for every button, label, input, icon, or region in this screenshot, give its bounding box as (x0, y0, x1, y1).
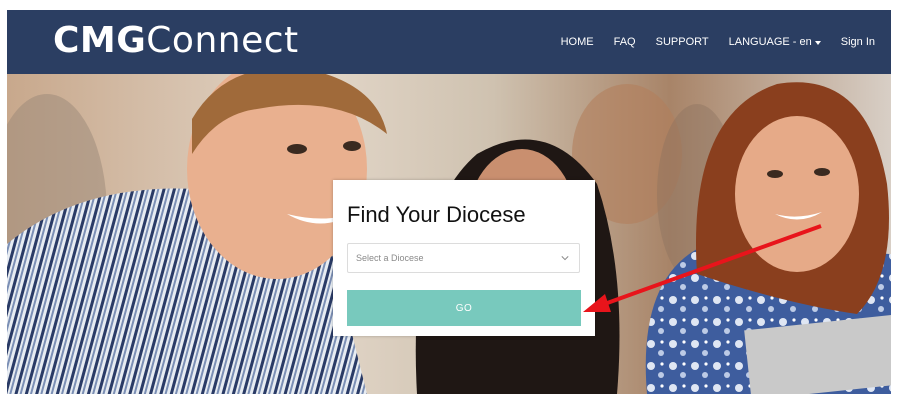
caret-down-icon (814, 40, 821, 45)
nav-language-dropdown[interactable]: LANGUAGE - en (729, 36, 821, 48)
find-diocese-title: Find Your Diocese (347, 202, 526, 227)
nav-signin-link[interactable]: Sign In (841, 36, 875, 48)
nav-faq-link[interactable]: FAQ (614, 36, 636, 48)
logo-bold-text: CMG (53, 20, 147, 61)
nav-links: HOME FAQ SUPPORT LANGUAGE - en Sign In (561, 10, 875, 74)
chevron-down-icon (561, 256, 569, 261)
logo-light-text: Connect (146, 20, 299, 61)
diocese-select-placeholder: Select a Diocese (356, 253, 424, 263)
language-label: LANGUAGE - en (728, 36, 812, 48)
nav-home-link[interactable]: HOME (561, 36, 594, 48)
go-button[interactable]: GO (347, 290, 581, 326)
page-frame: CMGConnect HOME FAQ SUPPORT LANGUAGE - e… (7, 10, 891, 394)
find-diocese-card: Find Your Diocese Select a Diocese GO (333, 180, 595, 336)
diocese-select[interactable]: Select a Diocese (347, 243, 580, 273)
nav-support-link[interactable]: SUPPORT (656, 36, 709, 48)
top-navbar: CMGConnect HOME FAQ SUPPORT LANGUAGE - e… (7, 10, 891, 74)
site-logo[interactable]: CMGConnect (53, 19, 299, 63)
